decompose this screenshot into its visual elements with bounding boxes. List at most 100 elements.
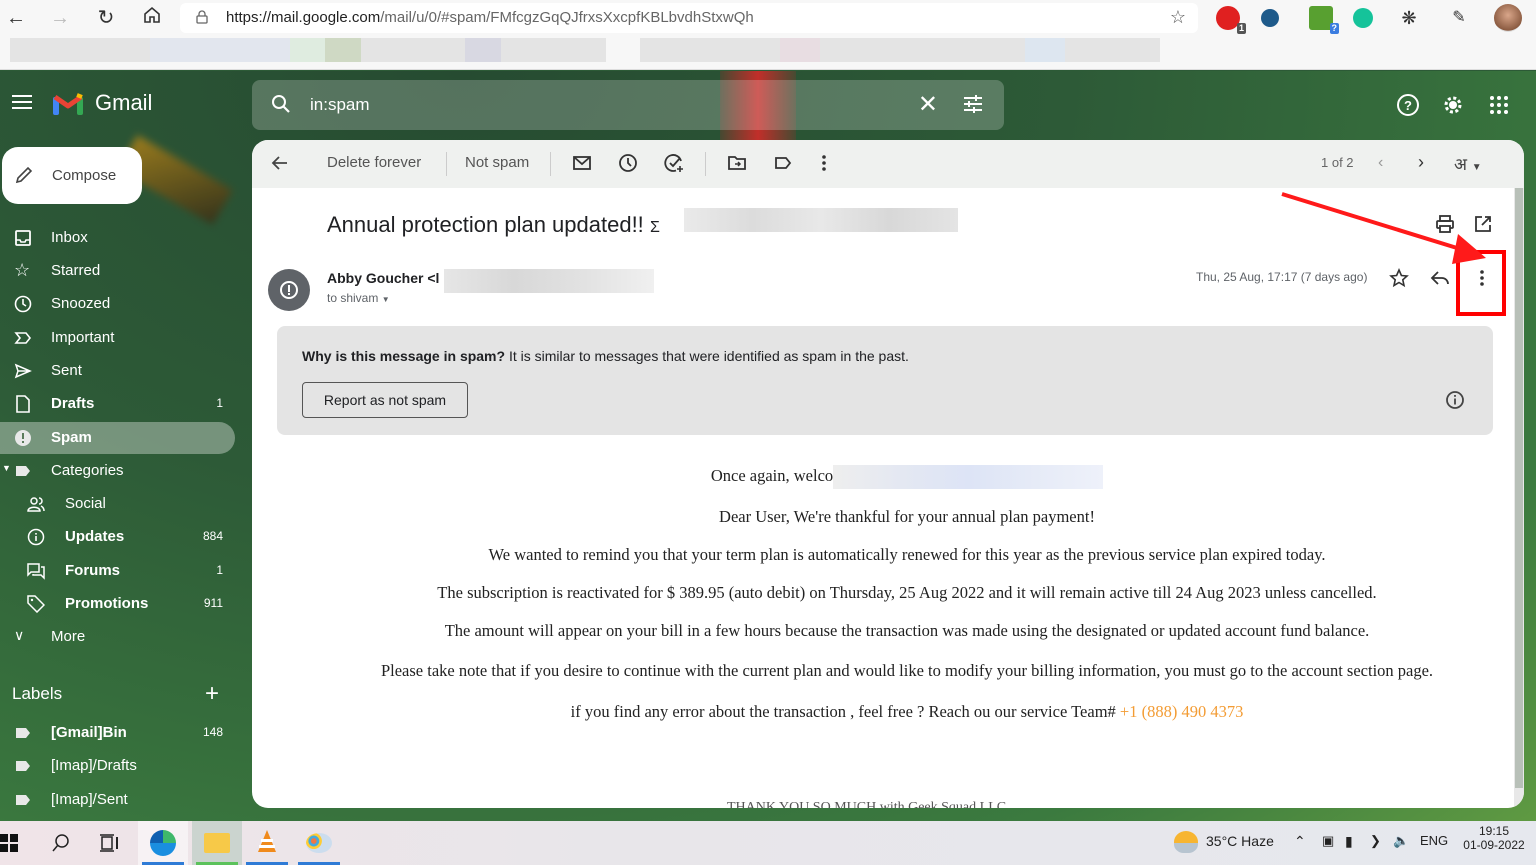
move-to-folder-icon[interactable] — [727, 153, 747, 173]
sidebar-item-snoozed[interactable]: Snoozed — [0, 288, 235, 320]
folder-icon — [204, 833, 230, 853]
address-bar[interactable]: https://mail.google.com/mail/u/0/#spam/F… — [180, 3, 1198, 33]
email-toolbar: Delete forever Not spam 1 of 2 ‹ › अ ▼ — [252, 140, 1524, 188]
back-button[interactable]: ← — [4, 6, 28, 30]
sidebar-item-promotions[interactable]: Promotions 911 — [0, 588, 235, 620]
ext-download-icon[interactable]: ? — [1309, 6, 1339, 34]
newer-button[interactable]: ‹ — [1378, 154, 1383, 172]
snooze-icon[interactable] — [618, 153, 638, 173]
body-paragraph: Please take note that if you desire to c… — [380, 661, 1434, 681]
mark-unread-icon[interactable] — [572, 153, 592, 173]
info-icon[interactable] — [1445, 390, 1465, 410]
taskbar-clock[interactable]: 19:15 01-09-2022 — [1456, 824, 1532, 852]
toolbar-divider — [446, 152, 447, 176]
taskbar-edge-button[interactable] — [138, 821, 188, 865]
warning-icon — [280, 281, 298, 299]
sidebar-item-updates[interactable]: Updates 884 — [0, 521, 235, 553]
language-indicator[interactable]: ENG — [1420, 833, 1448, 848]
meet-now-icon[interactable]: ▣ — [1322, 833, 1334, 849]
phone-number[interactable]: +1 (888) 490 4373 — [1120, 702, 1243, 721]
help-icon[interactable]: ? — [1396, 93, 1420, 117]
label-icon — [16, 795, 30, 805]
taskbar-paint-button[interactable] — [294, 821, 344, 865]
reply-icon[interactable] — [1430, 268, 1450, 288]
redacted-subject — [684, 208, 958, 232]
more-options-icon[interactable] — [814, 153, 834, 173]
sender-name[interactable]: Abby Goucher <l — [327, 270, 439, 286]
sidebar-item-starred[interactable]: ☆ Starred — [0, 255, 235, 287]
show-hidden-icons-button[interactable]: ⌃ — [1294, 833, 1306, 850]
compose-button[interactable]: Compose — [2, 147, 142, 204]
search-options-icon[interactable] — [962, 94, 984, 114]
wifi-icon[interactable]: ❯ — [1370, 833, 1381, 849]
battery-icon[interactable]: ▮ — [1345, 833, 1353, 850]
label-icon — [16, 728, 30, 738]
bookmark[interactable] — [325, 38, 361, 62]
sidebar-more[interactable]: ∨ More — [0, 621, 235, 653]
bookmark[interactable] — [1025, 38, 1065, 62]
add-favorite-icon[interactable]: ☆ — [1170, 7, 1186, 28]
add-to-tasks-icon[interactable] — [664, 153, 684, 173]
windows-start-icon[interactable] — [0, 833, 20, 853]
search-icon[interactable] — [270, 93, 292, 115]
task-view-icon[interactable] — [99, 833, 121, 853]
windows-taskbar: 35°C Haze ⌃ ▣ ▮ ❯ 🔈 ENG — [0, 821, 1536, 865]
toolbar-divider — [550, 152, 551, 176]
chevron-down-icon: ∨ — [14, 627, 25, 643]
sidebar-item-important[interactable]: Important — [0, 322, 235, 354]
bookmark[interactable] — [150, 38, 290, 62]
reload-button[interactable]: ↻ — [94, 6, 118, 30]
sidebar-item-drafts[interactable]: Drafts 1 — [0, 388, 235, 420]
bookmark[interactable] — [10, 38, 150, 62]
bookmark[interactable] — [640, 38, 1160, 62]
clear-search-icon[interactable]: ✕ — [918, 90, 938, 119]
ext-red-icon[interactable]: 1 — [1216, 6, 1246, 34]
recipient-details[interactable]: to shivam ▼ — [327, 291, 390, 305]
spam-reason-text: Why is this message in spam? It is simil… — [302, 348, 909, 364]
scrollbar-thumb[interactable] — [1515, 188, 1523, 788]
sidebar-item-sent[interactable]: Sent — [0, 355, 235, 387]
taskbar-file-explorer-button[interactable] — [192, 821, 242, 865]
extensions-puzzle-icon[interactable]: ❋ — [1397, 6, 1421, 30]
grammarly-icon[interactable] — [1353, 8, 1373, 28]
not-spam-button[interactable]: Not spam — [465, 154, 529, 171]
report-not-spam-button[interactable]: Report as not spam — [302, 382, 468, 418]
people-icon — [27, 497, 45, 512]
bookmark[interactable] — [465, 38, 501, 62]
expand-arrow-icon[interactable]: ▼ — [2, 463, 11, 473]
search-input[interactable] — [310, 92, 870, 118]
sidebar-label-gmail-bin[interactable]: [Gmail]Bin 148 — [0, 717, 235, 749]
profile-avatar[interactable] — [1494, 4, 1522, 32]
email-scrollbar[interactable] — [1514, 188, 1524, 808]
main-menu-button[interactable] — [12, 95, 32, 111]
volume-icon[interactable]: 🔈 — [1393, 833, 1409, 849]
browser-chrome: ← → ↻ https://mail.google.com/mail/u/0/#… — [0, 0, 1536, 70]
search-icon[interactable] — [50, 832, 72, 854]
home-button[interactable] — [140, 6, 164, 30]
pencil-icon — [15, 166, 33, 184]
sidebar-item-forums[interactable]: Forums 1 — [0, 555, 235, 587]
sidebar-item-inbox[interactable]: Inbox — [0, 222, 235, 254]
body-paragraph: The subscription is reactivated for $ 38… — [437, 583, 1377, 603]
input-tools-button[interactable]: अ ▼ — [1454, 152, 1482, 175]
sidebar-label-imap-sent[interactable]: [Imap]/Sent — [0, 784, 235, 816]
settings-gear-icon[interactable] — [1441, 93, 1465, 117]
sidebar-item-categories[interactable]: ▼ Categories — [0, 455, 235, 487]
taskbar-vlc-button[interactable] — [242, 821, 292, 865]
weather-icon[interactable] — [1174, 831, 1198, 853]
add-label-button[interactable]: + — [205, 680, 219, 708]
back-arrow-icon[interactable] — [270, 153, 290, 173]
bookmark[interactable] — [780, 38, 820, 62]
star-icon[interactable] — [1389, 268, 1409, 288]
forward-button[interactable]: → — [48, 6, 72, 30]
label-icon[interactable] — [773, 153, 793, 173]
ext-blue-icon[interactable] — [1261, 9, 1279, 27]
older-button[interactable]: › — [1418, 152, 1424, 173]
sidebar-item-social[interactable]: Social — [0, 488, 235, 520]
sidebar-label-imap-drafts[interactable]: [Imap]/Drafts — [0, 750, 235, 782]
delete-forever-button[interactable]: Delete forever — [327, 154, 421, 171]
weather-text[interactable]: 35°C Haze — [1206, 833, 1274, 849]
sidebar-item-spam[interactable]: Spam — [0, 422, 235, 454]
screenshot-edit-icon[interactable]: ✎ — [1447, 6, 1471, 30]
apps-grid-icon[interactable] — [1487, 93, 1511, 117]
